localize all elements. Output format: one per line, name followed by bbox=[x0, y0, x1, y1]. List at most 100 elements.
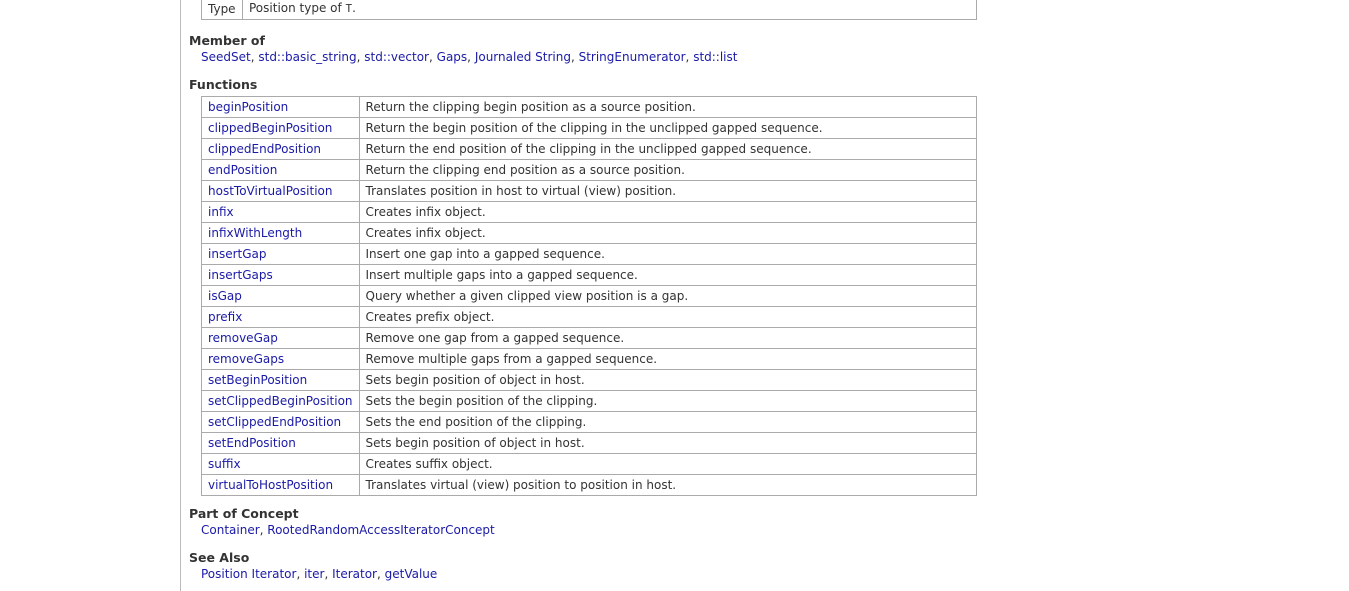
function-link-set-clipped-end-position[interactable]: setClippedEndPosition bbox=[208, 415, 341, 429]
function-link-end-position[interactable]: endPosition bbox=[208, 163, 277, 177]
function-row: insertGaps Insert multiple gaps into a ga… bbox=[201, 264, 978, 286]
function-link-begin-position[interactable]: beginPosition bbox=[208, 100, 288, 114]
see-also-heading: See Also bbox=[189, 550, 250, 565]
see-also-list: Position Iterator, iter, Iterator, getVa… bbox=[201, 567, 437, 581]
function-description: Return the clipping begin position as a … bbox=[358, 96, 978, 118]
link-seedset[interactable]: SeedSet bbox=[201, 50, 251, 64]
function-name-cell: setClippedEndPosition bbox=[201, 411, 360, 433]
function-row: clippedBeginPosition Return the begin pos… bbox=[201, 117, 978, 139]
list-separator: , bbox=[324, 567, 333, 581]
function-description: Sets the begin position of the clipping. bbox=[358, 390, 978, 412]
function-link-suffix[interactable]: suffix bbox=[208, 457, 241, 471]
member-of-list: SeedSet, std::basic_string, std::vector,… bbox=[201, 50, 737, 64]
function-link-virtual-to-host-position[interactable]: virtualToHostPosition bbox=[208, 478, 333, 492]
link-rootedrandomaccessiteratorconcept[interactable]: RootedRandomAccessIteratorConcept bbox=[267, 523, 494, 537]
function-row: insertGap Insert one gap into a gapped se… bbox=[201, 243, 978, 265]
function-link-clipped-end-position[interactable]: clippedEndPosition bbox=[208, 142, 321, 156]
function-row: removeGap Remove one gap from a gapped se… bbox=[201, 327, 978, 349]
function-description: Return the begin position of the clippin… bbox=[358, 117, 978, 139]
type-description: Position type of T. bbox=[242, 0, 977, 20]
function-description: Return the clipping end position as a so… bbox=[358, 159, 978, 181]
function-description: Translates virtual (view) position to po… bbox=[358, 474, 978, 496]
list-separator: , bbox=[467, 50, 475, 64]
function-name-cell: insertGaps bbox=[201, 264, 360, 286]
member-of-heading: Member of bbox=[189, 33, 265, 48]
function-description: Remove one gap from a gapped sequence. bbox=[358, 327, 978, 349]
function-link-host-to-virtual-position[interactable]: hostToVirtualPosition bbox=[208, 184, 332, 198]
function-name-cell: setEndPosition bbox=[201, 432, 360, 454]
function-description: Insert multiple gaps into a gapped seque… bbox=[358, 264, 978, 286]
function-row: endPosition Return the clipping end posit… bbox=[201, 159, 978, 181]
function-link-infix[interactable]: infix bbox=[208, 205, 234, 219]
function-row: removeGaps Remove multiple gaps from a ga… bbox=[201, 348, 978, 370]
function-link-clipped-begin-position[interactable]: clippedBeginPosition bbox=[208, 121, 332, 135]
list-separator: , bbox=[570, 50, 579, 64]
function-name-cell: endPosition bbox=[201, 159, 360, 181]
function-name-cell: infixWithLength bbox=[201, 222, 360, 244]
link-gaps[interactable]: Gaps bbox=[437, 50, 468, 64]
function-row: virtualToHostPosition Translates virtual … bbox=[201, 474, 978, 496]
function-description: Creates prefix object. bbox=[358, 306, 978, 328]
type-table: Type Position type of T. bbox=[201, 0, 977, 20]
type-row: Type Position type of T. bbox=[201, 0, 977, 20]
type-text: Position type of bbox=[249, 1, 346, 15]
function-row: prefix Creates prefix object. bbox=[201, 306, 978, 328]
function-row: infixWithLength Creates infix object. bbox=[201, 222, 978, 244]
function-description: Query whether a given clipped view posit… bbox=[358, 285, 978, 307]
function-description: Sets begin position of object in host. bbox=[358, 369, 978, 391]
function-link-insert-gap[interactable]: insertGap bbox=[208, 247, 266, 261]
part-of-concept-heading: Part of Concept bbox=[189, 506, 299, 521]
link-iterator[interactable]: Iterator bbox=[332, 567, 377, 581]
function-name-cell: insertGap bbox=[201, 243, 360, 265]
link-std-basic-string[interactable]: std::basic_string bbox=[258, 50, 356, 64]
function-description: Return the end position of the clipping … bbox=[358, 138, 978, 160]
function-link-remove-gaps[interactable]: removeGaps bbox=[208, 352, 284, 366]
function-link-set-clipped-begin-position[interactable]: setClippedBeginPosition bbox=[208, 394, 353, 408]
function-description: Translates position in host to virtual (… bbox=[358, 180, 978, 202]
function-row: suffix Creates suffix object. bbox=[201, 453, 978, 475]
function-description: Insert one gap into a gapped sequence. bbox=[358, 243, 978, 265]
function-row: setClippedBeginPosition Sets the begin po… bbox=[201, 390, 978, 412]
link-position-iterator[interactable]: Position Iterator bbox=[201, 567, 296, 581]
type-text-suffix: . bbox=[352, 1, 356, 15]
function-description: Creates infix object. bbox=[358, 201, 978, 223]
function-name-cell: clippedBeginPosition bbox=[201, 117, 360, 139]
function-name-cell: virtualToHostPosition bbox=[201, 474, 360, 496]
function-link-is-gap[interactable]: isGap bbox=[208, 289, 242, 303]
function-row: beginPosition Return the clipping begin p… bbox=[201, 96, 978, 118]
function-name-cell: hostToVirtualPosition bbox=[201, 180, 360, 202]
function-name-cell: isGap bbox=[201, 285, 360, 307]
link-std-list[interactable]: std::list bbox=[693, 50, 737, 64]
function-row: setClippedEndPosition Sets the end positi… bbox=[201, 411, 978, 433]
function-name-cell: setClippedBeginPosition bbox=[201, 390, 360, 412]
function-name-cell: setBeginPosition bbox=[201, 369, 360, 391]
function-name-cell: clippedEndPosition bbox=[201, 138, 360, 160]
function-link-remove-gap[interactable]: removeGap bbox=[208, 331, 278, 345]
link-iter[interactable]: iter bbox=[304, 567, 324, 581]
function-name-cell: beginPosition bbox=[201, 96, 360, 118]
documentation-page: Type Position type of T. Member of SeedS… bbox=[0, 0, 1349, 591]
functions-table-body: beginPosition Return the clipping begin p… bbox=[201, 96, 978, 496]
link-stringenumerator[interactable]: StringEnumerator bbox=[579, 50, 686, 64]
function-description: Sets begin position of object in host. bbox=[358, 432, 978, 454]
function-link-prefix[interactable]: prefix bbox=[208, 310, 242, 324]
function-link-infix-with-length[interactable]: infixWithLength bbox=[208, 226, 302, 240]
content-left-border bbox=[180, 0, 181, 591]
function-description: Creates suffix object. bbox=[358, 453, 978, 475]
function-row: infix Creates infix object. bbox=[201, 201, 978, 223]
list-separator: , bbox=[429, 50, 437, 64]
link-container[interactable]: Container bbox=[201, 523, 260, 537]
function-link-insert-gaps[interactable]: insertGaps bbox=[208, 268, 273, 282]
type-label: Type bbox=[201, 0, 243, 20]
function-link-set-begin-position[interactable]: setBeginPosition bbox=[208, 373, 307, 387]
list-separator: , bbox=[296, 567, 305, 581]
function-name-cell: removeGap bbox=[201, 327, 360, 349]
link-getvalue[interactable]: getValue bbox=[385, 567, 438, 581]
function-row: clippedEndPosition Return the end positio… bbox=[201, 138, 978, 160]
function-link-set-end-position[interactable]: setEndPosition bbox=[208, 436, 296, 450]
function-name-cell: removeGaps bbox=[201, 348, 360, 370]
link-journaled-string[interactable]: Journaled String bbox=[475, 50, 571, 64]
function-row: setEndPosition Sets begin position of obj… bbox=[201, 432, 978, 454]
list-separator: , bbox=[376, 567, 385, 581]
link-std-vector[interactable]: std::vector bbox=[364, 50, 429, 64]
